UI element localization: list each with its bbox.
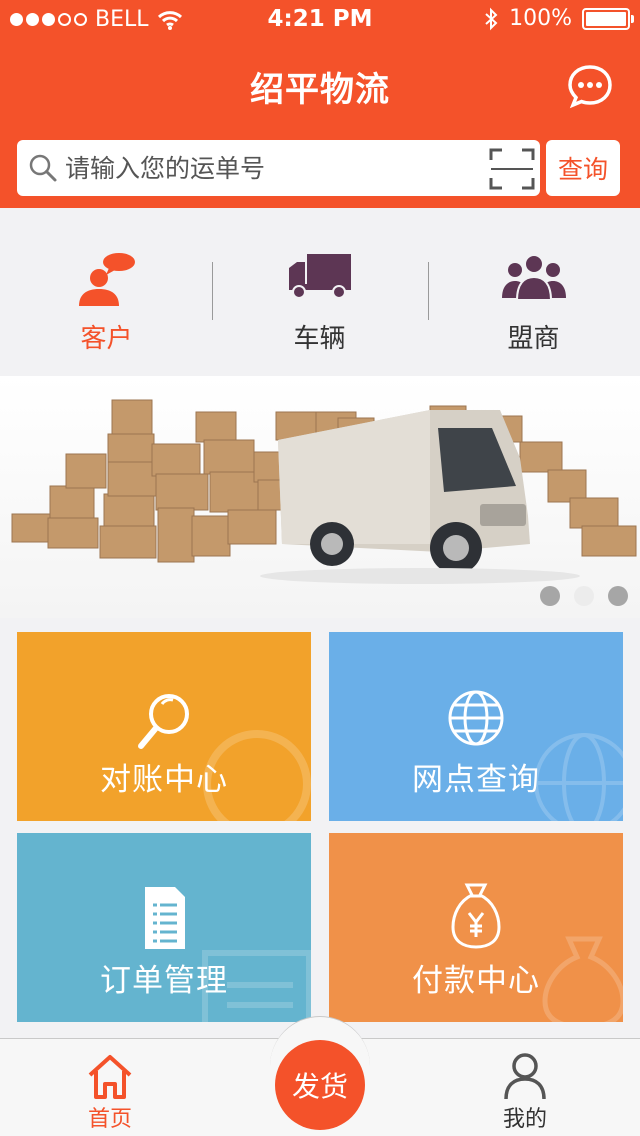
tile-payment-center-label: 付款中心 bbox=[412, 963, 540, 999]
tile-payment-center[interactable]: 付款中心 bbox=[329, 833, 623, 1022]
role-selector: 客户 车辆 盟商 bbox=[0, 208, 640, 376]
tile-branch-lookup-label: 网点查询 bbox=[412, 762, 540, 798]
role-customer-label: 客户 bbox=[80, 324, 133, 354]
role-partner[interactable]: 盟商 bbox=[427, 208, 640, 376]
document-icon bbox=[145, 887, 185, 949]
app-header: BELL 4:21 PM 100% 绍平物流 请输入您的运单号 查询 bbox=[0, 0, 640, 208]
globe-icon bbox=[448, 690, 504, 746]
promo-banner[interactable] bbox=[0, 376, 640, 618]
tab-home-label: 首页 bbox=[87, 1107, 132, 1132]
search-box bbox=[17, 140, 540, 196]
tile-reconciliation-label: 对账中心 bbox=[100, 762, 228, 798]
banner-image bbox=[0, 376, 640, 618]
tab-home[interactable]: 首页 bbox=[30, 1039, 190, 1136]
money-bag-icon bbox=[451, 883, 501, 949]
scan-frame-icon[interactable] bbox=[489, 148, 535, 190]
bluetooth-icon bbox=[485, 7, 498, 30]
truck-icon bbox=[288, 254, 351, 299]
customer-icon bbox=[78, 253, 135, 306]
tile-order-management[interactable]: 订单管理 bbox=[17, 833, 311, 1022]
user-icon bbox=[504, 1053, 546, 1100]
banner-pager bbox=[540, 586, 628, 606]
search-icon bbox=[29, 154, 57, 182]
message-button[interactable] bbox=[566, 62, 614, 110]
tile-order-management-label: 订单管理 bbox=[100, 963, 228, 999]
tab-mine[interactable]: 我的 bbox=[445, 1039, 605, 1136]
chat-bubble-icon bbox=[568, 65, 612, 109]
tile-branch-lookup[interactable]: 网点查询 bbox=[329, 632, 623, 821]
role-partner-label: 盟商 bbox=[507, 324, 560, 354]
status-right: 100% bbox=[483, 6, 634, 31]
status-bar: BELL 4:21 PM 100% bbox=[0, 0, 640, 40]
role-vehicle-label: 车辆 bbox=[293, 324, 346, 354]
magnifier-icon bbox=[138, 694, 189, 749]
pager-dot[interactable] bbox=[574, 586, 594, 606]
tab-mine-label: 我的 bbox=[502, 1107, 547, 1132]
app-title: 绍平物流 bbox=[250, 70, 390, 110]
tile-reconciliation[interactable]: 对账中心 bbox=[17, 632, 311, 821]
ship-button[interactable]: 发货 bbox=[275, 1040, 365, 1130]
role-vehicle[interactable]: 车辆 bbox=[213, 208, 426, 376]
role-customer[interactable]: 客户 bbox=[0, 208, 213, 376]
waybill-search-input[interactable] bbox=[65, 140, 465, 196]
battery-icon bbox=[582, 7, 634, 30]
search-button[interactable]: 查询 bbox=[546, 140, 620, 196]
battery-percent: 100% bbox=[509, 6, 572, 31]
home-icon bbox=[88, 1055, 132, 1099]
pager-dot[interactable] bbox=[608, 586, 628, 606]
partners-icon bbox=[501, 254, 566, 301]
pager-dot[interactable] bbox=[540, 586, 560, 606]
